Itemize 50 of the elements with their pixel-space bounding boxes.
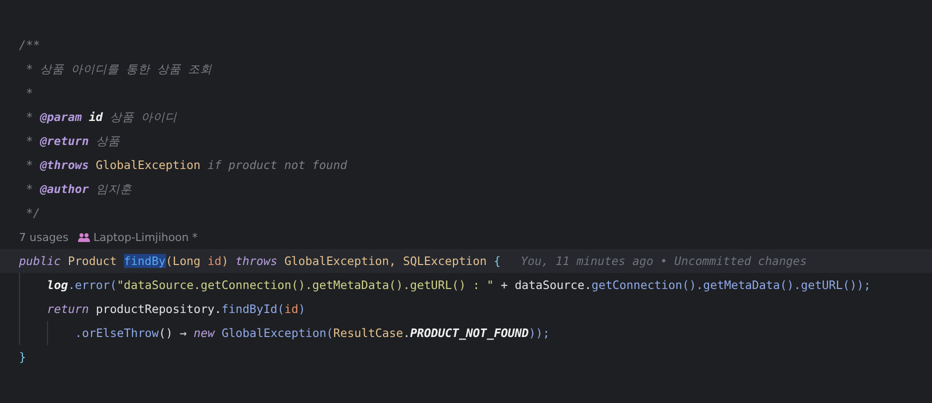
- doc-tag: @param: [40, 110, 89, 124]
- brace: }: [19, 350, 26, 364]
- keyword: public: [19, 254, 62, 268]
- comment-text: *: [24, 182, 34, 196]
- code-text: .: [403, 326, 410, 340]
- parameter: id: [208, 254, 222, 268]
- code-text: + dataSource.: [500, 278, 592, 292]
- method-call: .error(: [68, 278, 117, 292]
- method-name: findBy: [124, 254, 166, 268]
- comment-text: 임지훈: [94, 182, 132, 196]
- keyword: new: [194, 326, 216, 340]
- method-call: getConnection().getMetaData().getURL());: [591, 278, 871, 292]
- blame-annotation: You, 11 minutes ago • Uncommitted changes: [520, 254, 807, 268]
- doc-tag: @throws: [40, 158, 96, 172]
- doc-tag: @return: [40, 134, 89, 148]
- type-name: ResultCase: [333, 326, 404, 340]
- keyword: return: [47, 302, 89, 316]
- code-text: productRepository.: [94, 302, 222, 316]
- brace: {: [494, 254, 501, 268]
- comment-text: */: [24, 206, 40, 220]
- field-name: log: [47, 278, 68, 292]
- parameter: id: [284, 302, 298, 316]
- method-call: GlobalException(: [222, 326, 334, 340]
- comment-text: *: [24, 110, 34, 124]
- string-literal: "dataSource.getConnection().getMetaData().getURL() : ": [116, 278, 494, 292]
- method-call: ): [298, 302, 306, 316]
- type-name: GlobalException: [96, 158, 200, 172]
- comment-text: 상품: [94, 134, 120, 148]
- comment-text: /**: [19, 38, 40, 52]
- comment-text: *: [24, 134, 34, 148]
- author-name[interactable]: Laptop-Limjihoon *: [93, 230, 198, 244]
- type-name: (Long: [166, 254, 202, 268]
- type-name: ): [221, 254, 230, 268]
- method-call: ));: [528, 326, 550, 340]
- constant-name: PRODUCT_NOT_FOUND: [410, 326, 529, 340]
- doc-tag: @author: [40, 182, 89, 196]
- comment-text: if product not found: [206, 158, 348, 172]
- code-text: () →: [158, 326, 188, 340]
- doc-param-name: id: [88, 110, 103, 124]
- method-call: findById(: [222, 302, 284, 316]
- comment-text: *: [24, 158, 34, 172]
- type-name: GlobalException, SQLException: [284, 254, 488, 268]
- comment-text: *: [24, 86, 33, 100]
- people-icon: [78, 232, 90, 242]
- keyword: throws: [235, 254, 278, 268]
- usages-link[interactable]: 7 usages: [19, 230, 68, 244]
- comment-text: 상품 아이디: [108, 110, 177, 124]
- comment-text: * 상품 아이디를 통한 상품 조회: [24, 62, 212, 76]
- type-name: Product: [68, 254, 118, 268]
- method-call: .orElseThrow: [75, 326, 159, 340]
